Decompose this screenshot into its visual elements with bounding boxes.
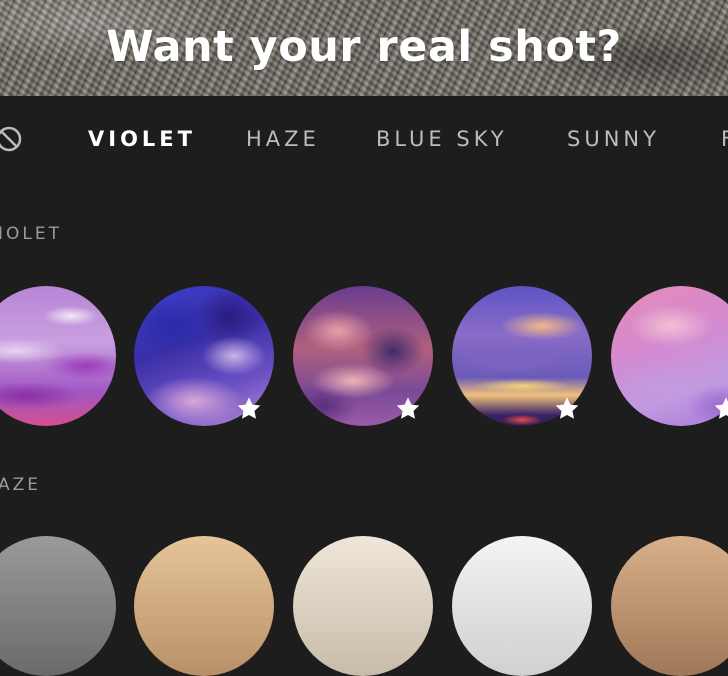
thumbnail-haze-3[interactable] xyxy=(293,536,433,676)
thumbnail-violet-5[interactable] xyxy=(611,286,728,426)
thumbnail-haze-2[interactable] xyxy=(134,536,274,676)
thumbnail-haze-5[interactable] xyxy=(611,536,728,676)
thumbnail-haze-1[interactable] xyxy=(0,536,116,676)
section-label-haze: AZE xyxy=(0,475,42,495)
star-icon[interactable] xyxy=(235,395,263,423)
tab-haze[interactable]: HAZE xyxy=(246,127,320,151)
tab-sunny[interactable]: SUNNY xyxy=(567,127,660,151)
thumbnail-violet-1[interactable] xyxy=(0,286,116,426)
star-icon[interactable] xyxy=(712,395,728,423)
banner-title: Want your real shot? xyxy=(106,22,622,72)
tab-violet[interactable]: VIOLET xyxy=(88,127,196,151)
star-icon[interactable] xyxy=(553,395,581,423)
tab-partial[interactable]: F xyxy=(721,127,728,151)
tab-blue-sky[interactable]: BLUE SKY xyxy=(376,127,508,151)
thumbnail-haze-4[interactable] xyxy=(452,536,592,676)
header-banner: Want your real shot? xyxy=(0,0,728,96)
section-label-violet: IOLET xyxy=(0,224,62,244)
star-icon[interactable] xyxy=(394,395,422,423)
no-filter-icon[interactable] xyxy=(0,124,24,154)
